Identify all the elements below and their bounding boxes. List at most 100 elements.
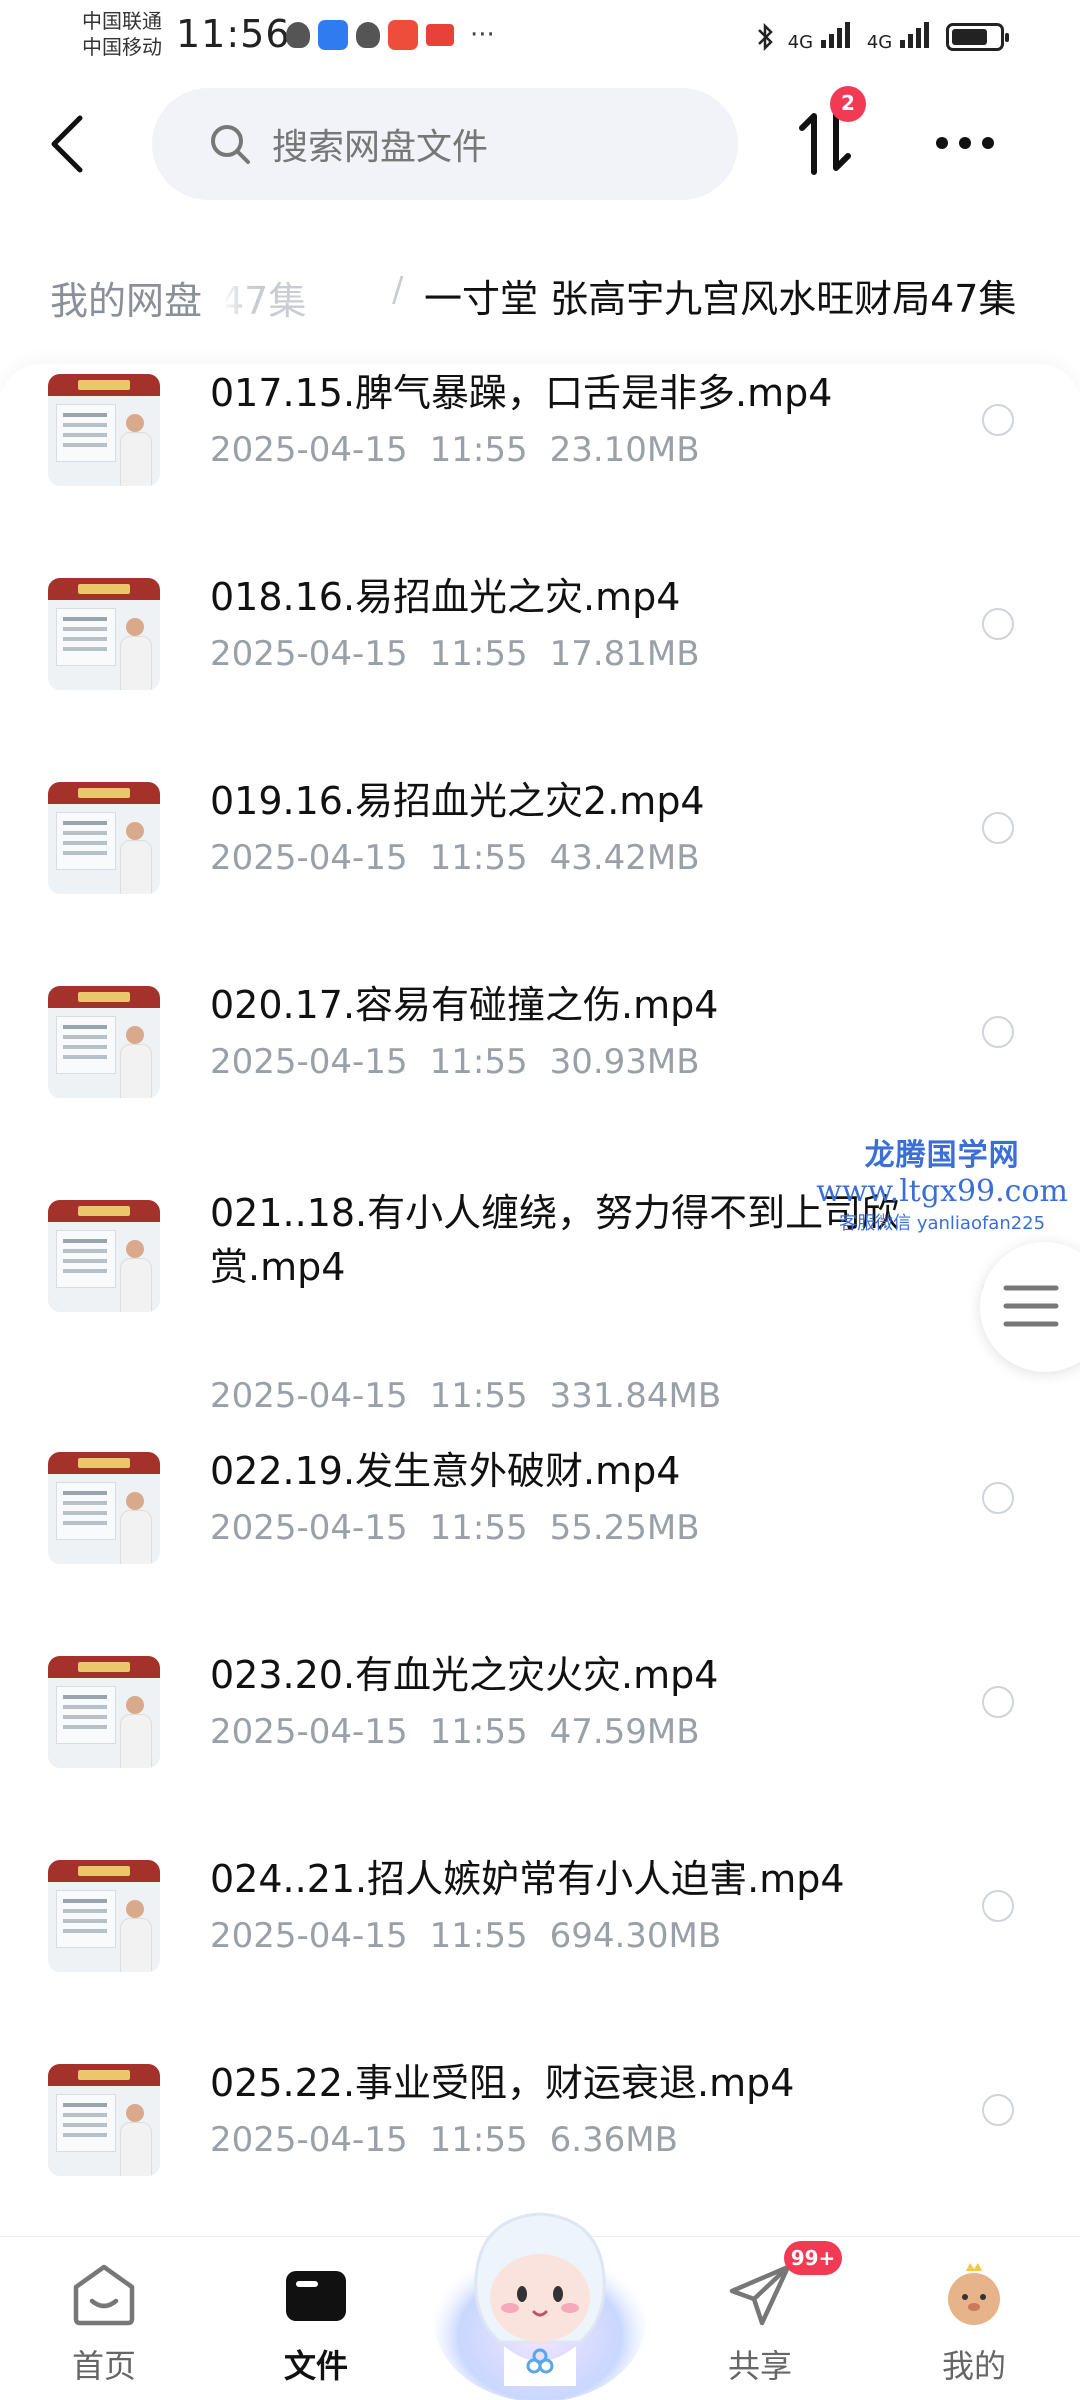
file-name: 024..21.招人嫉妒常有小人迫害.mp4 [210,1857,845,1901]
file-name: 022.19.发生意外破财.mp4 [210,1449,681,1493]
back-button[interactable] [38,108,98,180]
file-date: 2025-04-15 [210,430,408,470]
select-checkbox[interactable] [982,1890,1014,1922]
search-placeholder: 搜索网盘文件 [272,127,489,168]
file-time: 11:55 [429,1916,528,1956]
file-size: 47.59MB [549,1712,700,1752]
bluetooth-icon [757,22,773,51]
thumbnail-board [56,1016,116,1074]
ai-assistant-mascot-button[interactable] [430,2180,650,2400]
signal-bars-icon [820,22,850,48]
file-meta: 2025-04-15 11:55 43.42MB [210,838,700,878]
file-time: 11:55 [429,430,528,470]
watermark-url: www.ltgx99.com [816,1174,1068,1209]
file-row[interactable]: 023.20.有血光之灾火灾.mp4 2025-04-15 11:55 47.59MB [0,1646,1080,1836]
select-checkbox[interactable] [982,608,1014,640]
file-row[interactable]: 019.16.易招血光之灾2.mp4 2025-04-15 11:55 43.42MB [0,772,1080,962]
file-size: 17.81MB [549,634,700,674]
file-meta: 2025-04-15 11:55 17.81MB [210,634,700,674]
file-name: 017.15.脾气暴躁，口舌是非多.mp4 [210,371,833,415]
thumbnail-banner [48,986,160,1008]
file-date: 2025-04-15 [210,1712,408,1752]
file-time: 11:55 [429,2120,528,2160]
nav-share-label: 共享 [727,2347,792,2385]
file-row[interactable]: 022.19.发生意外破财.mp4 2025-04-15 11:55 55.25MB [0,1442,1080,1632]
signal-bars-icon [900,22,929,48]
nav-mine[interactable]: 我的 [904,2237,1044,2400]
thumbnail-presenter [120,2104,152,2176]
file-date: 2025-04-15 [210,1042,408,1082]
breadcrumb-current-folder: 一寸堂 张高宇九宫风水旺财局47集 [424,277,1017,321]
select-checkbox[interactable] [982,1482,1014,1514]
thumbnail-board [56,2094,116,2152]
more-horizontal-icon [936,137,994,149]
share-count-badge: 99+ [784,2241,842,2275]
thumbnail-board [56,1686,116,1744]
video-thumbnail [48,986,160,1098]
more-notifications-icon: ··· [470,20,495,50]
thumbnail-banner [48,578,160,600]
thumbnail-banner [48,1656,160,1678]
folder-icon [286,2271,346,2321]
signal-4g-label: 4G [787,32,814,53]
thumbnail-presenter [120,1492,152,1564]
file-size: 43.42MB [549,838,700,878]
file-list: 017.15.脾气暴躁，口舌是非多.mp4 2025-04-15 11:55 23.1… [0,364,1080,2236]
nav-home-label: 首页 [71,2347,136,2385]
file-meta: 2025-04-15 11:55 6.36MB [210,2120,678,2160]
more-options-button[interactable] [930,118,1000,168]
file-time: 11:55 [429,1712,528,1752]
file-date: 2025-04-15 [210,1376,408,1416]
breadcrumb-home[interactable]: 我的网盘 [26,260,227,335]
notification-icons: ··· [286,20,495,50]
menu-icon [1003,1285,1059,1327]
avatar-icon [948,2263,1000,2325]
file-time: 11:55 [429,1508,528,1548]
thumbnail-board [56,404,116,462]
select-checkbox[interactable] [982,2094,1014,2126]
file-row[interactable]: 018.16.易招血光之灾.mp4 2025-04-15 11:55 17.81MB [0,568,1080,758]
nav-files-label: 文件 [283,2347,348,2385]
thumbnail-board [56,1890,116,1948]
notification-app-icon [318,20,348,50]
file-size: 55.25MB [549,1508,700,1548]
nav-files[interactable]: 文件 [246,2237,386,2400]
file-row[interactable]: 017.15.脾气暴躁，口舌是非多.mp4 2025-04-15 11:55 23.1… [0,364,1080,554]
thumbnail-banner [48,782,160,804]
file-date: 2025-04-15 [210,634,408,674]
select-checkbox[interactable] [982,1686,1014,1718]
file-size: 694.30MB [549,1916,722,1956]
search-bar[interactable]: 搜索网盘文件 [152,88,738,200]
file-size: 30.93MB [549,1042,700,1082]
video-thumbnail [48,374,160,486]
nav-home[interactable]: 首页 [34,2237,174,2400]
file-row[interactable]: 024..21.招人嫉妒常有小人迫害.mp4 2025-04-15 11:55 694… [0,1850,1080,2040]
watermark-contact: 客服微信 yanliaofan225 [839,1213,1046,1234]
select-checkbox[interactable] [982,1016,1014,1048]
status-bar: 中国联通 中国移动 11:56 ··· 4G 4G [0,0,1080,72]
notification-app-icon [286,22,310,48]
select-checkbox[interactable] [982,812,1014,844]
select-checkbox[interactable] [982,404,1014,436]
video-thumbnail [48,782,160,894]
file-meta: 2025-04-15 11:55 694.30MB [210,1916,721,1956]
file-size: 6.36MB [549,2120,678,2160]
file-date: 2025-04-15 [210,838,408,878]
file-name: 021..18.有小人缠绕，努力得不到上司欣赏.mp4 [210,1191,900,1289]
file-meta: 2025-04-15 11:55 30.93MB [210,1042,700,1082]
thumbnail-board [56,1482,116,1540]
transfer-list-button[interactable]: 2 [796,86,866,180]
thumbnail-banner [48,1200,160,1222]
battery-level [952,28,987,45]
thumbnail-banner [48,374,160,396]
breadcrumb-folder-faded[interactable]: 47集 [220,270,306,325]
status-right: 4G 4G [756,20,1009,53]
thumbnail-presenter [120,1240,152,1312]
file-name: 025.22.事业受阻，财运衰退.mp4 [210,2061,795,2105]
thumbnail-banner [48,2064,160,2086]
watermark-title: 龙腾国学网 [864,1138,1020,1173]
file-time: 11:55 [429,838,528,878]
nav-share[interactable]: 99+ 共享 [690,2237,842,2400]
file-time: 11:55 [429,634,528,674]
paper-plane-icon [729,2264,791,2326]
